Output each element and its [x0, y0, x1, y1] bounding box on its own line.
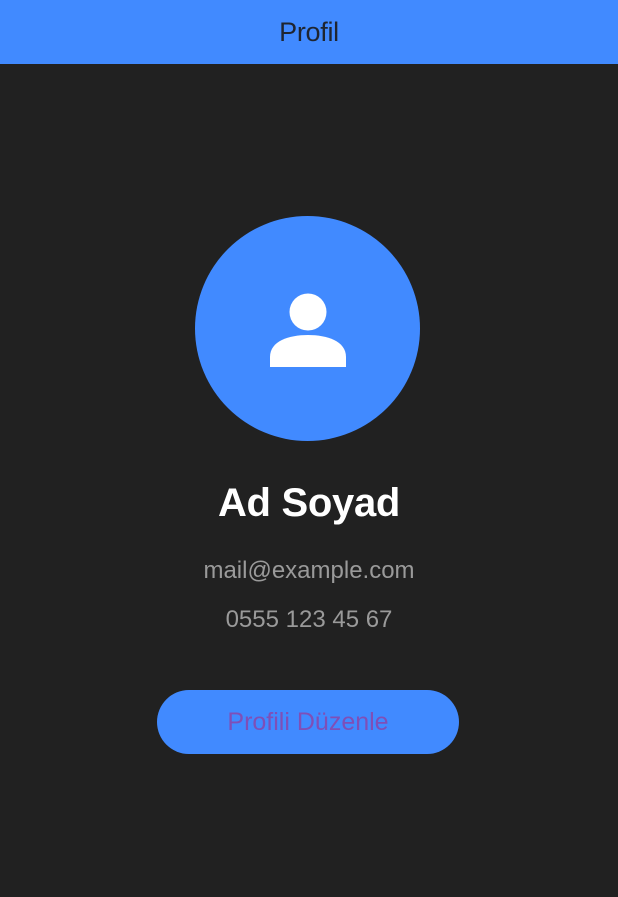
person-icon [269, 293, 346, 367]
edit-profile-button[interactable]: Profili Düzenle [157, 690, 459, 754]
page-title: Profil [279, 16, 339, 47]
edit-profile-button-label: Profili Düzenle [227, 707, 389, 736]
app-bar: Profil [0, 0, 618, 64]
avatar [195, 216, 420, 441]
profile-phone: 0555 123 45 67 [225, 606, 393, 633]
profile-name: Ad Soyad [217, 481, 401, 525]
profile-email: mail@example.com [203, 557, 415, 584]
